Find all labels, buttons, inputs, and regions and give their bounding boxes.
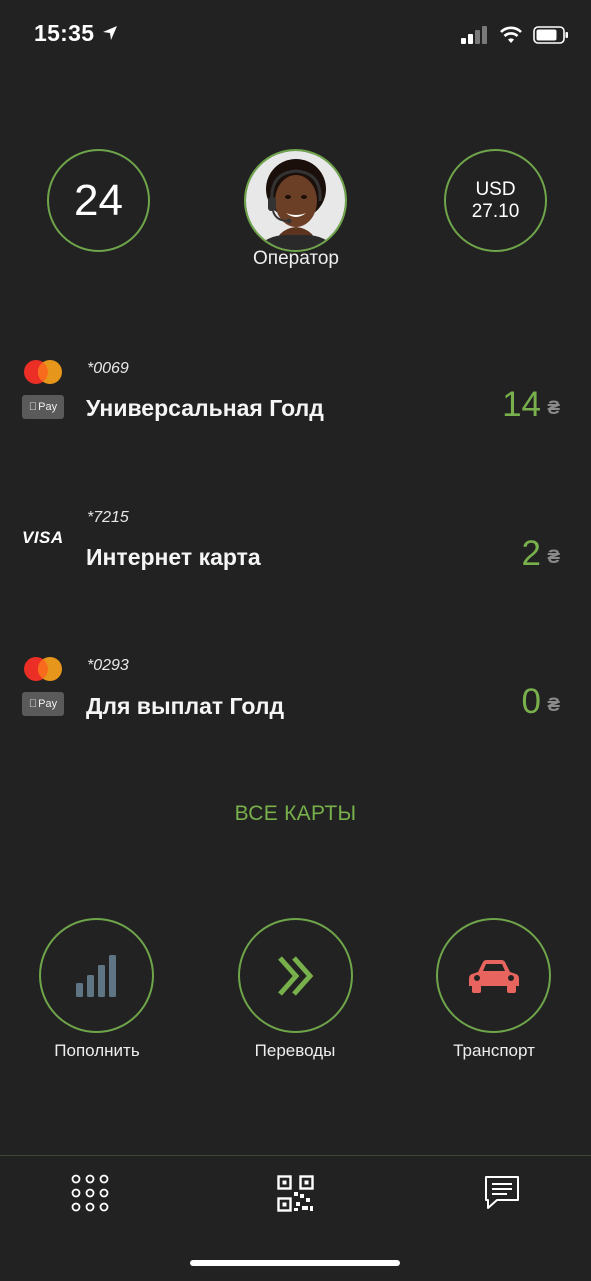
signal-bars-icon [75,954,116,997]
card-row-0293[interactable]: Pay *0293 Для выплат Голд 0 ₴ [0,648,591,748]
apple-icon:  [29,698,37,710]
apple-pay-badge: Pay [22,692,64,716]
car-icon [468,959,519,993]
apple-icon:  [29,401,37,413]
card-currency: ₴ [547,547,560,568]
operator-avatar [246,151,345,250]
card-balance: 14 [502,385,541,424]
qr-code-icon[interactable] [277,1175,314,1212]
card-name: Универсальная Голд [86,395,324,421]
days-counter-value: 24 [74,175,123,225]
rate-currency: USD [475,178,516,200]
card-name: Интернет карта [86,544,261,570]
card-number: *0293 [87,657,129,674]
mastercard-icon [24,657,62,681]
status-icons [461,24,569,46]
apple-pay-badge: Pay [22,395,64,419]
status-time: 15:35 [34,20,119,47]
transfers-label: Переводы [254,1041,336,1060]
card-balance: 0 [521,682,541,721]
cellular-signal-icon [461,26,487,44]
chat-icon[interactable] [483,1175,521,1211]
home-indicator [190,1260,400,1266]
transport-label: Транспорт [453,1041,535,1060]
all-cards-link[interactable]: ВСЕ КАРТЫ [0,802,591,826]
card-row-0069[interactable]: Pay *0069 Универсальная Голд 14 ₴ [0,350,591,450]
status-time-text: 15:35 [34,20,95,46]
visa-logo: VISA [22,528,64,547]
card-number: *7215 [87,509,129,526]
top-up-label: Пополнить [54,1041,140,1060]
transfers-button[interactable] [238,918,353,1033]
battery-icon [533,26,568,44]
rate-value: 27.10 [471,200,520,222]
card-row-7215[interactable]: VISA *7215 Интернет карта 2 ₴ [0,500,591,600]
double-chevron-right-icon [277,955,313,996]
top-up-button[interactable] [39,918,154,1033]
operator-button[interactable] [244,149,347,252]
exchange-rate-circle[interactable]: USD 27.10 [444,149,547,252]
transport-button[interactable] [436,918,551,1033]
card-name: Для выплат Голд [86,693,285,719]
card-currency: ₴ [547,695,560,716]
location-arrow-icon [103,26,118,40]
grid-menu-icon[interactable] [71,1174,109,1212]
card-number: *0069 [87,360,129,377]
operator-label: Оператор [253,248,339,269]
card-currency: ₴ [547,398,560,419]
mastercard-icon [24,360,62,384]
wifi-icon [500,26,522,43]
days-counter-circle[interactable]: 24 [47,149,150,252]
card-balance: 2 [521,534,541,573]
